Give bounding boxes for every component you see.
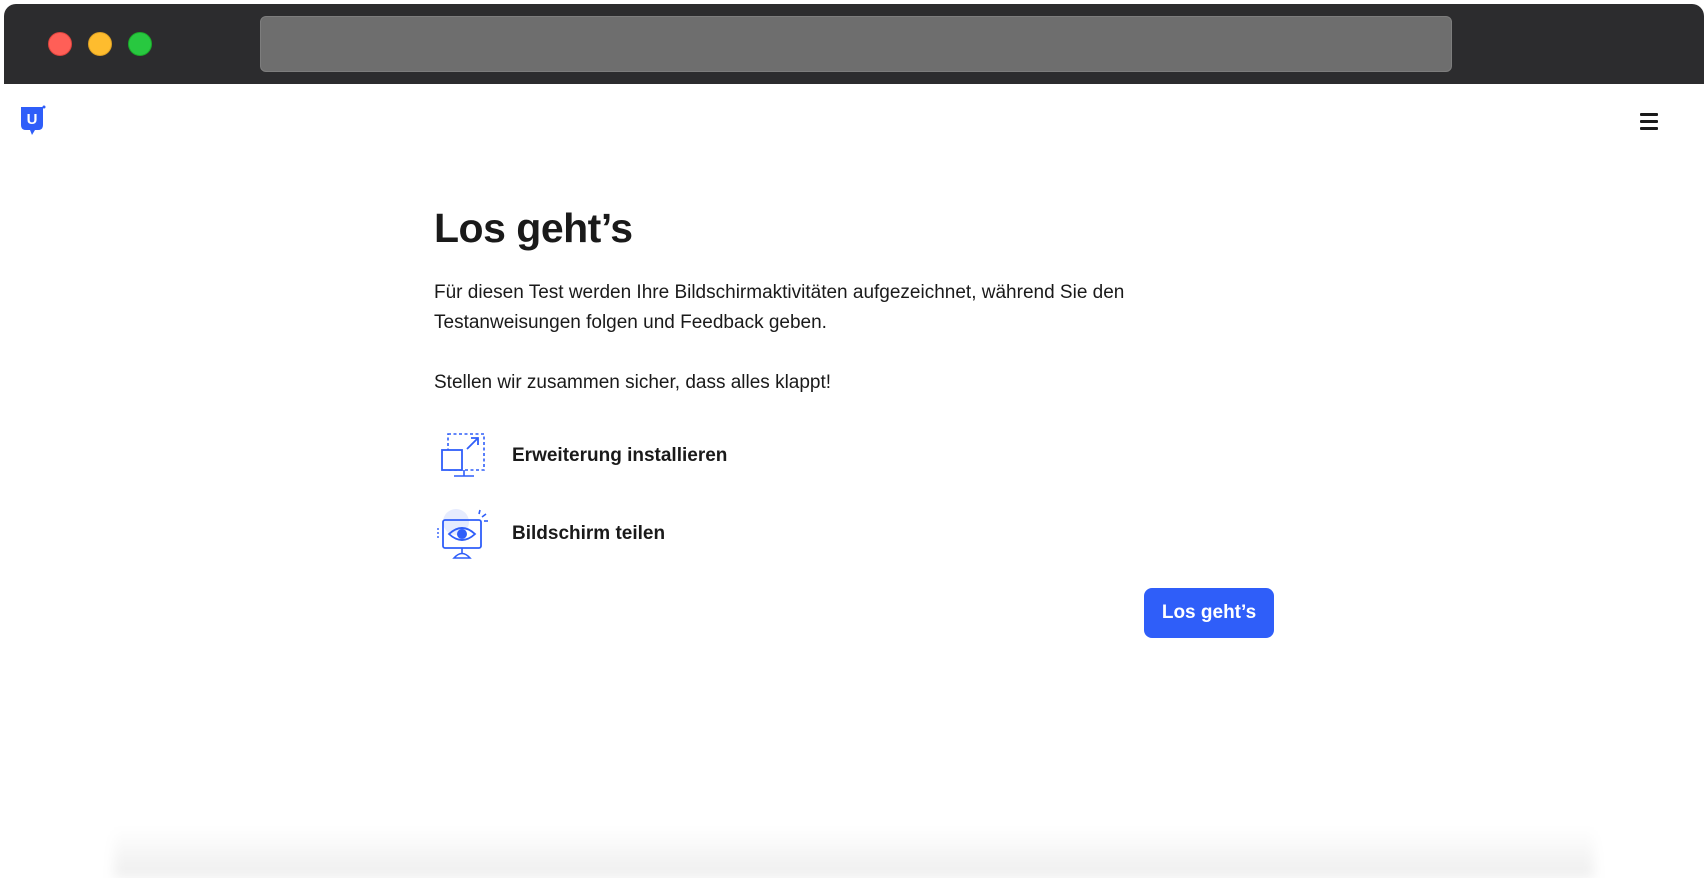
step-install-extension: Erweiterung installieren — [434, 428, 1274, 484]
main-content: Los geht’s Für diesen Test werden Ihre B… — [434, 204, 1274, 648]
step-label-share: Bildschirm teilen — [512, 523, 666, 544]
logo-letter: U — [27, 111, 38, 128]
start-button[interactable]: Los geht’s — [1144, 588, 1274, 638]
hamburger-menu-icon[interactable] — [1638, 112, 1662, 132]
bottom-shadow — [114, 828, 1594, 878]
window-minimize-button[interactable] — [88, 32, 112, 56]
button-row: Los geht’s — [434, 588, 1274, 648]
intro-text: Für diesen Test werden Ihre Bildschirmak… — [434, 282, 1125, 333]
step-share-screen: Bildschirm teilen — [434, 506, 1274, 562]
logo-icon[interactable]: U — [18, 104, 48, 138]
page-title: Los geht’s — [434, 205, 633, 251]
window-maximize-button[interactable] — [128, 32, 152, 56]
address-bar[interactable] — [260, 16, 1452, 72]
step-label-install: Erweiterung installieren — [512, 445, 728, 466]
browser-titlebar — [4, 4, 1704, 84]
screen-share-eye-icon — [434, 506, 490, 562]
extension-install-icon — [434, 428, 490, 484]
browser-window: U Los geht’s Für diesen Test werden Ihre… — [4, 4, 1704, 878]
window-close-button[interactable] — [48, 32, 72, 56]
intro-text-secondary: Stellen wir zusammen sicher, dass alles … — [434, 372, 832, 393]
app-header: U — [4, 84, 1704, 152]
